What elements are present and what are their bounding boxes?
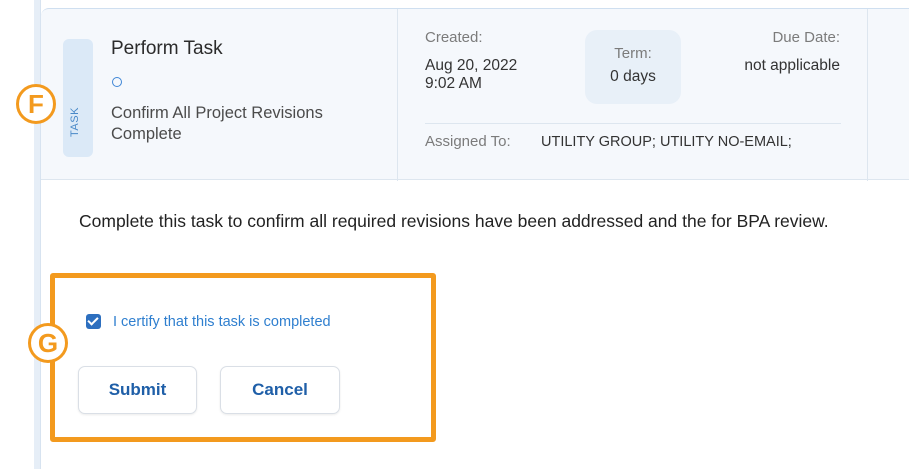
certify-label[interactable]: I certify that this task is completed xyxy=(113,314,331,330)
due-date-value: not applicable xyxy=(744,57,840,74)
created-date: Aug 20, 2022 xyxy=(425,57,518,74)
task-description: Confirm All Project Revisions Complete xyxy=(111,104,323,143)
assigned-to-label: Assigned To: xyxy=(425,133,511,150)
highlight-box-g xyxy=(50,273,436,442)
annotation-badge-f: F xyxy=(16,84,56,124)
created-time: 9:02 AM xyxy=(425,75,482,92)
due-date-label: Due Date: xyxy=(772,29,840,46)
header-divider-right xyxy=(867,9,868,181)
annotation-badge-g: G xyxy=(28,323,68,363)
task-header: TASK Perform Task Confirm All Project Re… xyxy=(41,8,909,181)
header-divider xyxy=(397,9,398,181)
status-circle-icon xyxy=(112,77,122,87)
submit-button[interactable]: Submit xyxy=(78,366,197,414)
task-tag: TASK xyxy=(63,39,93,157)
task-card: TASK Perform Task Confirm All Project Re… xyxy=(40,0,909,469)
term-value: 0 days xyxy=(610,68,656,85)
term-box: Term: 0 days xyxy=(585,30,681,104)
term-label: Term: xyxy=(614,45,652,62)
created-label: Created: xyxy=(425,29,483,46)
task-instructions: Complete this task to confirm all requir… xyxy=(79,211,829,231)
certify-checkbox[interactable] xyxy=(86,314,101,329)
assigned-to-value: UTILITY GROUP; UTILITY NO-EMAIL; xyxy=(541,134,792,150)
meta-divider xyxy=(425,123,841,124)
cancel-button[interactable]: Cancel xyxy=(220,366,340,414)
task-tag-label: TASK xyxy=(69,107,81,137)
task-title: Perform Task xyxy=(111,38,223,59)
